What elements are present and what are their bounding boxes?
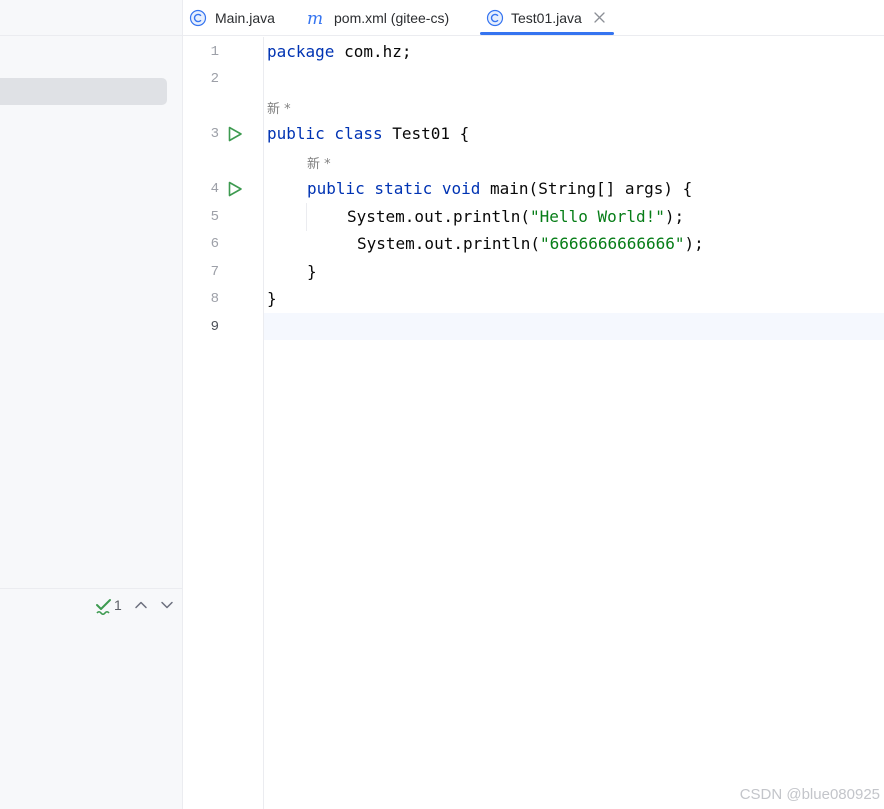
run-icon[interactable] [226, 125, 244, 143]
code-line-4[interactable]: public static void main(String[] args) { [307, 179, 692, 198]
code-text: Test01 { [382, 124, 470, 143]
line-number: 3 [210, 126, 219, 142]
line-number: 7 [210, 264, 219, 280]
line-number: 6 [210, 236, 219, 252]
run-icon[interactable] [226, 180, 244, 198]
indent-guide [306, 203, 307, 231]
code-line-3[interactable]: public class Test01 { [267, 124, 469, 143]
tab-main-java[interactable]: Main.java [189, 0, 289, 36]
tab-pom-xml[interactable]: m pom.xml (gitee-cs) [307, 0, 467, 36]
code-text: com.hz; [334, 42, 412, 61]
line-number: 5 [210, 209, 219, 225]
chevron-up-icon[interactable] [134, 598, 148, 612]
close-icon[interactable] [594, 12, 605, 23]
tab-label: pom.xml (gitee-cs) [334, 10, 450, 26]
selected-tree-item[interactable] [0, 78, 167, 105]
editor-gutter [183, 37, 264, 809]
code-text: System.out.println( [347, 207, 531, 226]
problems-bar: 1 [0, 588, 182, 622]
code-keyword: public class [267, 124, 383, 143]
author-inlay-hint[interactable]: 新 * [267, 98, 291, 117]
svg-text:m: m [307, 9, 323, 27]
code-text: ); [664, 207, 685, 226]
java-class-icon [189, 9, 207, 27]
tab-label: Test01.java [511, 10, 582, 26]
check-wavy-icon[interactable] [95, 597, 113, 615]
project-panel-header [0, 0, 182, 36]
code-string: "Hello World!" [530, 207, 665, 226]
line-number-current: 9 [210, 319, 219, 335]
code-line-8[interactable]: } [267, 289, 277, 308]
java-class-icon [486, 9, 504, 27]
code-line-1[interactable]: package com.hz; [267, 42, 412, 61]
author-inlay-hint[interactable]: 新 * [307, 153, 331, 172]
code-keyword: package [267, 42, 335, 61]
code-string: "6666666666666" [540, 234, 685, 253]
line-number: 1 [210, 44, 219, 60]
maven-icon: m [307, 9, 323, 27]
code-text: ); [684, 234, 704, 253]
line-number: 4 [210, 181, 219, 197]
tab-test01-java[interactable]: Test01.java [486, 0, 614, 36]
code-line-7[interactable]: } [307, 262, 317, 281]
line-number: 8 [210, 291, 219, 307]
watermark: CSDN @blue080925 [739, 786, 880, 803]
tab-label: Main.java [215, 10, 275, 26]
code-text: main(String[] args) { [480, 179, 693, 198]
active-tab-indicator [480, 32, 614, 35]
code-text: System.out.println( [357, 234, 541, 253]
code-keyword: public static void [307, 179, 481, 198]
current-line-highlight [183, 313, 884, 340]
problem-count: 1 [114, 597, 122, 613]
project-panel: 1 [0, 0, 183, 809]
code-line-6[interactable]: System.out.println("6666666666666"); [357, 234, 704, 253]
code-line-5[interactable]: System.out.println("Hello World!"); [347, 207, 684, 226]
line-number: 2 [210, 71, 219, 87]
editor-tab-bar: Main.java m pom.xml (gitee-cs) Test01.ja… [183, 0, 884, 36]
chevron-down-icon[interactable] [160, 598, 174, 612]
